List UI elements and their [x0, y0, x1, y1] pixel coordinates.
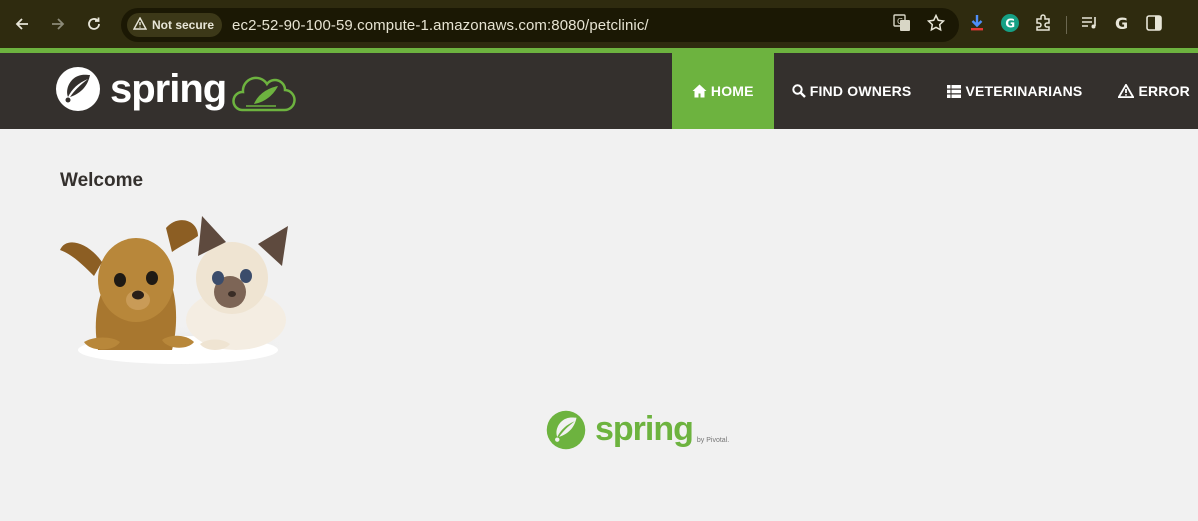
download-icon[interactable] [968, 14, 986, 37]
spring-brand-logo[interactable]: spring [54, 63, 296, 119]
site-navbar: spring Home Find owners Veteri [0, 53, 1198, 129]
svg-text:G: G [1005, 16, 1015, 30]
nav-error[interactable]: Error [1100, 53, 1198, 129]
star-icon[interactable] [926, 13, 946, 37]
list-icon [947, 84, 962, 98]
forward-icon[interactable] [46, 12, 70, 36]
pets-image [58, 200, 296, 370]
nav-error-label: Error [1138, 83, 1190, 99]
grammarly-icon[interactable]: G [1000, 13, 1020, 38]
reading-list-icon[interactable] [1081, 14, 1099, 37]
nav-home[interactable]: Home [671, 53, 774, 129]
page-title: Welcome [60, 170, 144, 191]
search-icon [792, 84, 806, 98]
nav-find-owners-label: Find owners [809, 83, 912, 99]
main-nav: Home Find owners Veterinarians Error [671, 53, 1198, 129]
footer-wordmark: spring [595, 409, 694, 448]
home-icon [692, 84, 707, 98]
extensions-icon[interactable] [1034, 13, 1052, 37]
footer-byline: by Pivotal. [696, 436, 730, 444]
brand-wordmark: spring [110, 66, 227, 111]
warning-icon [132, 16, 148, 33]
back-icon[interactable] [10, 12, 34, 36]
warning-icon [1118, 84, 1135, 98]
extension-toolbar: G G [968, 8, 1163, 42]
svg-text:G: G [1115, 14, 1128, 32]
spring-leaf-icon [545, 409, 587, 456]
footer-spring-logo: spring by Pivotal. [545, 408, 729, 456]
security-chip[interactable]: Not secure [127, 13, 223, 37]
spring-leaf-icon [54, 65, 102, 118]
side-panel-icon[interactable] [1145, 14, 1163, 37]
toolbar-divider [1066, 16, 1067, 34]
nav-veterinarians-label: Veterinarians [965, 83, 1083, 99]
cloud-leaf-icon [232, 70, 296, 119]
google-icon[interactable]: G [1113, 14, 1131, 37]
svg-text:G: G [897, 17, 903, 26]
nav-find-owners[interactable]: Find owners [774, 53, 930, 129]
nav-veterinarians[interactable]: Veterinarians [929, 53, 1100, 129]
nav-home-label: Home [710, 83, 754, 99]
translate-icon[interactable]: G [893, 13, 911, 37]
reload-icon[interactable] [82, 12, 106, 36]
security-label: Not secure [152, 18, 215, 32]
address-bar[interactable]: Not secure ec2-52-90-100-59.compute-1.am… [121, 8, 959, 42]
url-text[interactable]: ec2-52-90-100-59.compute-1.amazonaws.com… [232, 17, 649, 34]
